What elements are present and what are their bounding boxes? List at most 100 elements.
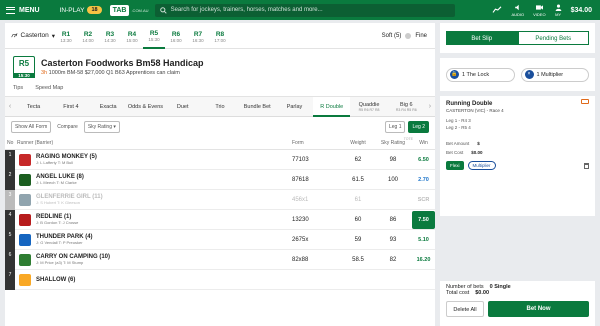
win-odds-button[interactable]: 7.50 <box>412 210 435 229</box>
multiplier-button[interactable]: × 1 Multiplier <box>520 67 589 82</box>
col-no[interactable]: No <box>5 140 17 146</box>
race-tab-r6[interactable]: R6 16:00 <box>165 29 187 43</box>
race-time: 15:00 <box>126 37 138 43</box>
bet-cost-row: Bet Cost $0.00 <box>446 150 589 155</box>
runner-number: 3 <box>5 189 15 210</box>
tab-exacta[interactable]: Exacta <box>90 97 127 117</box>
audio-icon[interactable]: AUDIO <box>511 4 524 17</box>
chevron-left-icon[interactable]: ‹ <box>5 103 15 110</box>
leg-2-button[interactable]: Leg 2 <box>408 121 429 133</box>
tab-bet-slip[interactable]: Bet Slip <box>446 31 518 45</box>
tab-pending-bets[interactable]: Pending Bets <box>517 31 589 45</box>
col-runner[interactable]: Runner (Barrier) <box>17 140 292 146</box>
the-lock-button[interactable]: 🔒 1 The Lock <box>446 67 515 82</box>
tote-label: TOTE <box>403 137 413 141</box>
bet-cost-label: Bet Cost <box>446 150 464 155</box>
race-tab-r1[interactable]: R1 13:30 <box>55 29 77 43</box>
bet-slip-panel: Bet Slip Pending Bets 🔒 1 The Lock × 1 M… <box>440 23 595 326</box>
runner-row[interactable]: 2 ANGEL LUKE (8) J: L Meech T: M Clarke 876… <box>5 169 435 190</box>
runner-row[interactable]: 6 CARRY ON CAMPING (10) J: M Price (a3) T:… <box>5 249 435 270</box>
tab-duet[interactable]: Duet <box>164 97 201 117</box>
bet-amount-row: Bet Amount $ <box>446 141 589 146</box>
racing-icon[interactable] <box>492 5 502 15</box>
bet-card-actions: Flexi Multiplier <box>446 161 589 170</box>
venue-selector[interactable]: Casterton ▾ <box>5 32 55 40</box>
bet-now-button[interactable]: Bet Now <box>488 301 589 317</box>
search-placeholder: Search for jockeys, trainers, horses, ma… <box>170 7 323 13</box>
bet-card: Running Double CASTERTON (VIC) - Race 4 … <box>440 96 595 216</box>
bet-card-legs: Leg 1 - R4 3 Leg 2 - R5 4 <box>446 117 589 131</box>
speed-map-link[interactable]: Speed Map <box>35 85 63 96</box>
tab-parlay[interactable]: Parlay <box>276 97 313 117</box>
runner-row[interactable]: 3 GLENFERRIE GIRL (11) J: S Hubert T: K Gl… <box>5 189 435 210</box>
tab-label: Odds & Evens <box>127 103 164 110</box>
race-time: 14:30 <box>104 37 116 43</box>
promo-buttons: 🔒 1 The Lock × 1 Multiplier <box>440 58 595 91</box>
show-all-form-button[interactable]: Show All Form <box>11 121 52 133</box>
runner-weight: 61 <box>354 196 362 203</box>
runner-row[interactable]: 7 SHALLOW (6) <box>5 269 435 290</box>
runner-table-header: No Runner (Barrier) Form Weight Sky Rati… <box>5 137 435 150</box>
win-odds-button[interactable]: 6.50 <box>412 157 435 163</box>
runner-row[interactable]: 5 THUNDER PARK (4) J: G Vendall T: P Preus… <box>5 229 435 250</box>
tips-link[interactable]: Tips <box>13 85 23 96</box>
tab-odds-evens[interactable]: Odds & Evens <box>127 97 164 117</box>
tab-big-6[interactable]: Big 6 R3 R4 R5 R6 <box>388 97 425 117</box>
race-number: R7 <box>193 30 203 38</box>
tab-sublabel: R5 R6 R7 R8 <box>358 107 380 112</box>
win-odds-button[interactable]: 2.70 <box>412 177 435 183</box>
search-input[interactable]: Search for jockeys, trainers, horses, ma… <box>154 3 455 17</box>
runner-row[interactable]: 1 RAGING MONKEY (5) J: L Lafferty T: M Bul… <box>5 149 435 170</box>
tab-tecta[interactable]: Tecta <box>15 97 52 117</box>
tab-first-4[interactable]: First 4 <box>52 97 89 117</box>
flexi-button[interactable]: Flexi <box>446 161 464 170</box>
tab-label: Bundle Bet <box>243 103 271 110</box>
win-odds-button[interactable]: 16.20 <box>412 257 435 263</box>
bet-amount-label: Bet Amount <box>446 141 470 146</box>
race-tab-r2[interactable]: R2 14:00 <box>77 29 99 43</box>
bet-amount-input[interactable]: $ <box>477 141 480 146</box>
tab-running-double[interactable]: R Double <box>313 96 351 117</box>
runner-number: 5 <box>5 229 15 250</box>
tab-bundle-bet[interactable]: Bundle Bet <box>239 97 276 117</box>
horse-icon <box>11 33 18 38</box>
col-win[interactable]: Win <box>412 140 435 146</box>
account-icon[interactable]: MY <box>555 4 562 17</box>
tab-quaddie[interactable]: Quaddie R5 R6 R7 R8 <box>350 97 387 117</box>
jockey-trainer: J: M Price (a3) T: M Stump <box>36 260 84 265</box>
race-time: 15:30 <box>148 36 160 42</box>
jockey-trainer: J: G Vendall T: P Preusker <box>36 240 83 245</box>
account-balance[interactable]: $34.00 <box>571 7 592 14</box>
race-tab-r3[interactable]: R3 14:30 <box>99 29 121 43</box>
leg-1-button[interactable]: Leg 1 <box>384 121 406 133</box>
race-tab-r4[interactable]: R4 15:00 <box>121 29 143 43</box>
chevron-right-icon[interactable]: › <box>425 103 435 110</box>
race-tab-r5[interactable]: R5 15:30 <box>143 23 165 49</box>
win-odds-button[interactable]: SCR <box>412 197 435 203</box>
race-tab-r7[interactable]: R7 16:30 <box>187 29 209 43</box>
race-tab-r8[interactable]: R8 17:00 <box>209 29 231 43</box>
runner-number: 1 <box>5 149 15 170</box>
runner-name[interactable]: SHALLOW (6) <box>36 277 292 283</box>
race-countdown: 3h <box>41 70 48 76</box>
chevron-down-icon: ▾ <box>113 124 116 130</box>
compare-select[interactable]: Sky Rating ▾ <box>83 121 120 133</box>
tab-label: R Double <box>320 103 344 110</box>
tab-trio[interactable]: Trio <box>201 97 238 117</box>
win-odds-button[interactable]: 5.10 <box>412 237 435 243</box>
race-details-text: 1000m BM-58 $27,000 Q1 B63 Apprentices c… <box>48 70 180 76</box>
col-weight[interactable]: Weight <box>342 140 374 146</box>
edit-icon[interactable] <box>581 99 589 104</box>
runner-row[interactable]: 4 REDLINE (1) J: B Gordon T: J Crosse 13230… <box>5 209 435 230</box>
jockey-silk-icon <box>19 193 31 206</box>
tab-logo[interactable]: TAB <box>109 4 130 16</box>
delete-all-button[interactable]: Delete All <box>446 301 484 317</box>
trash-icon[interactable] <box>584 162 589 169</box>
weather-text: Fine <box>415 32 427 39</box>
multiplier-label: 1 Multiplier <box>536 71 564 78</box>
inplay-link[interactable]: IN-PLAY 18 <box>60 6 102 14</box>
multiplier-toggle[interactable]: Multiplier <box>467 161 496 170</box>
video-icon[interactable]: VIDEO <box>533 4 546 17</box>
runner-weight: 61.5 <box>352 176 364 183</box>
menu-button[interactable]: MENU <box>0 0 46 20</box>
